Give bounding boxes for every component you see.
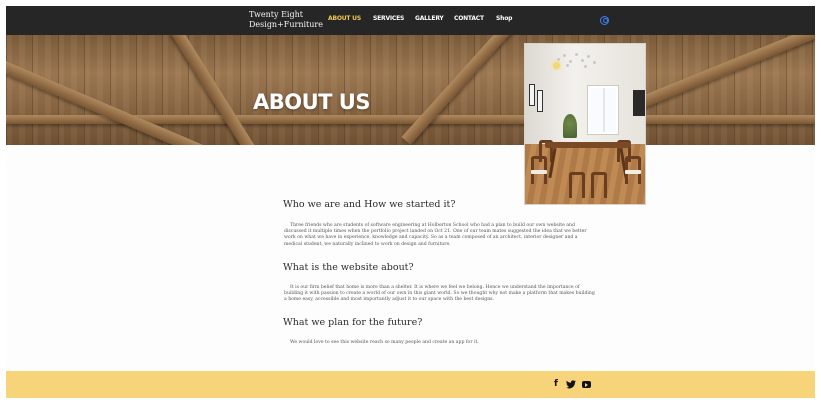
light-bulb — [553, 62, 560, 69]
hero-banner: ABOUT US — [6, 35, 815, 145]
dining-room-photo — [524, 43, 646, 205]
section-heading: Who we are and How we started it? — [283, 199, 456, 210]
wall-art — [537, 90, 543, 112]
brand-line-2: Design+Furniture — [249, 20, 323, 29]
nav-contact[interactable]: CONTACT — [454, 15, 484, 22]
chair-seat — [531, 170, 547, 174]
section-paragraph: It is our firm belief that home is more … — [284, 285, 595, 303]
nav-about-us[interactable]: ABOUT US — [328, 15, 361, 22]
section-heading: What we plan for the future? — [283, 317, 423, 328]
page: Twenty Eight Design+Furniture ABOUT US S… — [6, 6, 815, 398]
nav-gallery[interactable]: GALLERY — [415, 15, 444, 22]
nav-services[interactable]: SERVICES — [373, 15, 404, 22]
dining-table — [545, 142, 631, 148]
plant — [563, 114, 577, 138]
section-paragraph: We would love to see this website reach … — [290, 340, 479, 345]
user-login-icon[interactable] — [600, 16, 609, 25]
chair-seat — [625, 170, 641, 174]
site-header: Twenty Eight Design+Furniture ABOUT US S… — [6, 6, 815, 35]
section-heading: What is the website about? — [283, 262, 414, 273]
chandelier — [553, 52, 599, 70]
site-footer: f — [6, 371, 815, 398]
nav-shop[interactable]: Shop — [496, 15, 512, 22]
page-title: ABOUT US — [253, 90, 370, 114]
brand-line-1: Twenty Eight — [249, 10, 303, 19]
youtube-icon[interactable] — [582, 381, 591, 388]
facebook-icon[interactable]: f — [554, 380, 558, 389]
chair — [569, 172, 585, 198]
section-paragraph: Three friends who are students of softwa… — [284, 223, 587, 247]
wall-art — [529, 84, 535, 106]
site-logo[interactable]: Twenty Eight Design+Furniture — [249, 10, 323, 30]
wall-tv — [633, 90, 645, 116]
window — [588, 86, 618, 134]
chair — [591, 172, 607, 198]
twitter-icon[interactable] — [566, 380, 576, 389]
